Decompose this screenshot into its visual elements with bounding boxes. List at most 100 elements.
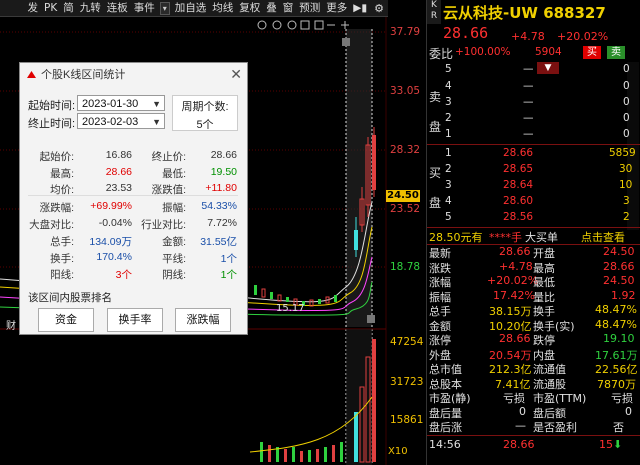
stat-label: 阳线: [50,269,74,281]
toolbar-item-add-watchlist[interactable]: 加自选 [172,0,210,16]
price-axis-label: 23.52 [390,203,421,215]
quote-field-row: 涨跌 +4.78 最高 28.66 [429,259,635,275]
stat-label: 总手: [50,236,74,248]
toolbar-dropdown-icon[interactable]: ▾ [159,1,170,15]
end-date-picker[interactable]: 2023-02-03 ▼ [77,113,165,129]
bid-row[interactable]: 3 28.64 10 [427,179,640,194]
stat-label: 换手: [50,253,74,265]
gear-icon[interactable]: ⚙ [370,2,388,15]
weibi-label: 委比 [429,47,454,61]
price-axis-label: 28.32 [390,144,421,156]
trade-tick-row: 14:56 28.66 15 ⬇ [429,438,623,451]
price-change: +4.78 [511,30,545,43]
stat-label: 大盘对比: [29,219,74,231]
stat-value: 134.09万 [89,236,132,248]
chevron-down-icon[interactable]: ▼ [152,96,161,112]
current-price-tag: 24.50 [386,190,420,202]
toolbar-item-fa[interactable]: 发 [25,0,42,16]
price-axis-label: 18.78 [390,261,421,273]
selection-start-handle [342,38,350,46]
buy-button[interactable]: 买 [583,46,601,59]
zoom-icon [287,20,297,30]
chart-toolbar: 发 PK 简 九转 连板 事件 ▾ 加自选 均线 复权 叠 窗 预测 更多 ▶▮… [0,0,388,17]
volume-axis-label: 47254 [390,336,424,348]
toolbar-item-lianban[interactable]: 连板 [104,0,131,16]
stat-label: 起始价: [39,151,74,163]
eye-icon [257,20,267,30]
volume-unit-label: X10 [388,446,408,457]
stat-value: 19.50 [210,166,237,178]
stat-label: 涨跌幅: [39,202,74,214]
weicha-value: 5904 [535,46,562,58]
stat-value: 28.66 [105,166,132,178]
end-time-label: 终止时间: [28,118,76,130]
quote-panel: K R 云从科技-UW 688327 28.66 +4.78 +20.02% 委… [426,0,640,465]
ma-value-label: 15.17 [276,303,305,314]
rank-by-fund-button[interactable]: 资金 [38,308,94,332]
play-icon[interactable]: ▶▮ [350,0,370,16]
start-date-value: 2023-01-30 [82,98,139,110]
rank-by-turnover-button[interactable]: 换手率 [107,308,163,332]
stock-title: 云从科技-UW 688327 [443,2,606,23]
end-date-value: 2023-02-03 [82,116,139,128]
toolbar-item-shijian[interactable]: 事件 [131,0,158,16]
stat-value: +69.99% [90,200,132,212]
quote-field-row: 振幅 17.42% 量比 1.92 [429,288,636,304]
layout-icon [314,20,324,30]
bid-row[interactable]: 1 28.66 5859 [427,147,640,162]
toolbar-item-more[interactable]: 更多 [323,0,350,16]
bid-row[interactable]: 4 28.60 3 [427,195,640,210]
stat-value: 31.55亿 [200,236,237,248]
bid-row[interactable]: 2 28.65 30 [427,163,640,178]
arrow-down-icon: ⬇ [613,438,623,451]
toolbar-item-forecast[interactable]: 预测 [296,0,323,16]
stat-value: 23.53 [105,182,132,194]
ask-row: 4 — 0 [445,80,630,92]
kr-badge[interactable]: K R [427,0,441,24]
rank-by-change-button[interactable]: 涨跌幅 [175,308,231,332]
quote-field-row: 市盈(静) 亏损 市盈(TTM) 亏损 [429,392,633,405]
ask-row: 1 — 0 [445,128,630,140]
stock-code: 688327 [543,4,606,22]
selection-end-handle [367,315,375,323]
quote-field-row: 金额 10.20亿 换手(实) 48.47% [429,317,637,333]
dialog-titlebar[interactable]: 个股K线区间统计 [20,63,247,85]
stat-value: 1个 [220,253,237,265]
sell-button[interactable]: 卖 [607,46,625,59]
divider [427,144,640,145]
window-icon [300,20,310,30]
bottom-left-label: 财 [6,321,16,332]
stat-value: 28.66 [210,149,237,161]
ask-row: 3 — 0 [445,96,630,108]
price-axis-label: 37.79 [390,26,421,38]
period-count-box: 周期个数: 5个 [172,95,238,131]
quote-field-row: 总股本 7.41亿 流通股 7870万 [429,377,636,391]
eye-off-icon [272,20,282,30]
chevron-down-icon[interactable]: ▼ [152,114,161,130]
divider [427,435,640,436]
quote-field-row: 外盘 20.54万 内盘 17.61万 [429,348,638,362]
toolbar-item-ma[interactable]: 均线 [209,0,236,16]
price-change-pct: +20.02% [557,30,609,43]
stat-value: 54.33% [201,200,237,212]
toolbar-item-pk[interactable]: PK [41,0,60,16]
period-count-value: 5个 [196,119,214,131]
toolbar-item-overlay[interactable]: 叠 [263,0,280,16]
stat-value: 1个 [220,269,237,281]
last-price: 28.66 [443,24,489,42]
start-date-picker[interactable]: 2023-01-30 ▼ [77,95,165,111]
app-logo-icon [27,70,36,78]
chart-tool-icons [257,20,349,30]
toolbar-item-adjust[interactable]: 复权 [236,0,263,16]
quote-field-row: 盘后涨 — 是否盈利 否 [429,419,624,434]
big-order-row: 28.50元有 ****手 大买单 点击查看 [429,229,625,245]
quote-field-row: 总市值 212.3亿 流通值 22.56亿 [429,363,638,376]
toolbar-item-jian[interactable]: 简 [60,0,77,16]
toolbar-item-window[interactable]: 窗 [280,0,297,16]
period-count-label: 周期个数: [181,101,229,113]
toolbar-item-jiuzhuan[interactable]: 九转 [77,0,104,16]
view-link[interactable]: 点击查看 [581,229,625,245]
bid-row[interactable]: 5 28.56 2 [427,211,640,226]
stat-label: 最高: [50,168,74,180]
close-icon[interactable]: ✕ [230,66,242,83]
